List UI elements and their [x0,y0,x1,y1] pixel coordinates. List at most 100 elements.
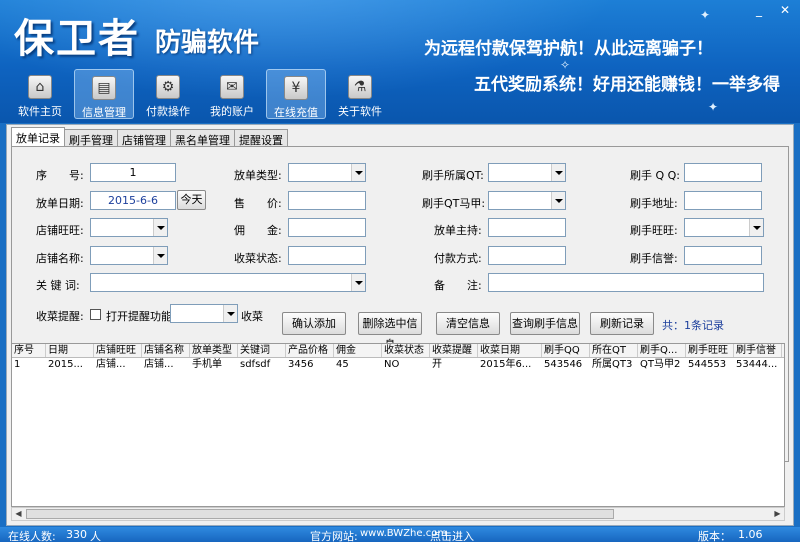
remark-label: 备 注: [434,279,482,292]
pay-method-input[interactable] [488,246,566,265]
date-input[interactable]: 2015-6-6 [90,191,176,210]
column-header[interactable]: 日期 [46,344,94,357]
price-input[interactable] [288,191,366,210]
reminder-label: 收菜提醒: [36,310,84,323]
address-input[interactable] [684,191,762,210]
column-header[interactable]: 所在QT [590,344,638,357]
version-value: 1.06 [738,528,763,541]
address-label: 刷手地址: [630,197,678,210]
horizontal-scrollbar[interactable]: ◀ ▶ [11,507,785,521]
receive-status-input[interactable] [288,246,366,265]
column-header[interactable]: 店铺名称 [142,344,190,357]
qq-input[interactable] [684,163,762,182]
online-count: 330 [66,528,87,541]
envelope-icon: ✉ [220,75,244,99]
column-header[interactable]: 收菜日期 [478,344,542,357]
tab-brusher-management[interactable]: 刷手管理 [64,129,118,147]
table-cell: sdfsdf [240,359,271,370]
keyword-select[interactable] [90,273,366,292]
query-brusher-button[interactable]: 查询刷手信息 [510,312,580,335]
nav-label: 软件主页 [18,105,62,118]
commission-input[interactable] [288,218,366,237]
nav-label: 信息管理 [82,106,126,119]
delete-selected-button[interactable]: 删除选中信息 [358,312,422,351]
shop-ww-select[interactable] [90,218,168,237]
table-cell: 2015年6... [480,359,532,370]
scrollbar-thumb[interactable] [26,509,614,519]
remark-input[interactable] [488,273,764,292]
tab-reminder-settings[interactable]: 提醒设置 [234,129,288,147]
column-header[interactable]: 刷手QQ [542,344,590,357]
price-label: 售 价: [234,197,282,210]
nav-about[interactable]: ⚗ 关于软件 [330,69,390,119]
nav-home[interactable]: ⌂ 软件主页 [10,69,70,119]
nav-recharge[interactable]: ¥ 在线充值 [266,69,326,119]
column-header[interactable]: 佣金 [334,344,382,357]
nav-label: 我的账户 [210,105,254,118]
column-header[interactable]: 刷手Q... [638,344,686,357]
nav-account[interactable]: ✉ 我的账户 [202,69,262,119]
reminder-checkbox[interactable] [90,309,101,320]
reminder-time-select[interactable] [170,304,238,323]
app-logo-subtitle: 防骗软件 [155,28,260,58]
table-cell: 开 [432,359,442,370]
scroll-right-icon[interactable]: ▶ [771,508,784,520]
shop-name-select[interactable] [90,246,168,265]
table-cell: QT马甲2 [640,359,681,370]
today-button[interactable]: 今天 [177,190,206,210]
site-action-link[interactable]: 点击进入 [430,528,474,542]
table-cell: NO [384,359,400,370]
date-label: 放单日期: [36,197,84,210]
table-cell: 所属QT3 [592,359,633,370]
confirm-add-button[interactable]: 确认添加 [282,312,346,335]
minimize-button[interactable]: _ [748,2,770,18]
nav-info-management[interactable]: ▤ 信息管理 [74,69,134,119]
chevron-down-icon [153,247,167,264]
main-nav: ⌂ 软件主页 ▤ 信息管理 ⚙ 付款操作 ✉ 我的账户 ¥ 在线充值 ⚗ 关于软… [10,69,390,119]
table-cell: 店铺... [96,359,126,370]
column-header[interactable]: 店铺旺旺 [94,344,142,357]
version-label: 版本： [698,530,731,542]
chevron-down-icon [153,219,167,236]
column-header[interactable]: 收菜状态 [382,344,430,357]
seq-label: 序 号: [36,169,84,182]
host-input[interactable] [488,218,566,237]
qt-vest-select[interactable] [488,191,566,210]
table-row[interactable]: 1 2015... 店铺... 店铺... 手机单 sdfsdf 3456 45… [12,358,784,372]
tab-blacklist-management[interactable]: 黑名单管理 [170,129,235,147]
tab-order-records[interactable]: 放单记录 [11,127,65,147]
nav-payment[interactable]: ⚙ 付款操作 [138,69,198,119]
flask-icon: ⚗ [348,75,372,99]
order-type-label: 放单类型: [234,169,282,182]
sparkle-icon: ✦ [700,8,711,22]
refresh-button[interactable]: 刷新记录 [590,312,654,335]
tab-shop-management[interactable]: 店铺管理 [117,129,171,147]
host-label: 放单主持: [434,224,482,237]
column-header[interactable]: 刷 [782,344,784,357]
records-table[interactable]: 序号 日期 店铺旺旺 店铺名称 放单类型 关键词 产品价格 佣金 收菜状态 收菜… [11,343,785,507]
window-controls: _ ✕ [748,2,796,18]
table-cell: 53444... [736,359,778,370]
column-header[interactable]: 刷手旺旺 [686,344,734,357]
qt-select[interactable] [488,163,566,182]
document-icon: ▤ [92,76,116,100]
column-header[interactable]: 序号 [12,344,46,357]
column-header[interactable]: 放单类型 [190,344,238,357]
app-logo: 保卫者 [14,15,140,62]
clear-info-button[interactable]: 清空信息 [436,312,500,335]
main-panel: 放单记录 刷手管理 店铺管理 黑名单管理 提醒设置 序 号: 1 放单日期: 2… [6,124,794,526]
column-header[interactable]: 收菜提醒 [430,344,478,357]
column-header[interactable]: 刷手信誉 [734,344,782,357]
table-cell: 手机单 [192,359,222,370]
column-header[interactable]: 关键词 [238,344,286,357]
scroll-left-icon[interactable]: ◀ [12,508,25,520]
brusher-credit-input[interactable] [684,246,762,265]
table-cell: 3456 [288,359,314,370]
table-cell: 543546 [544,359,583,370]
brusher-ww-select[interactable] [684,218,764,237]
column-header[interactable]: 产品价格 [286,344,334,357]
seq-input[interactable]: 1 [90,163,176,182]
close-button[interactable]: ✕ [774,2,796,18]
chevron-down-icon [351,164,365,181]
order-type-select[interactable] [288,163,366,182]
